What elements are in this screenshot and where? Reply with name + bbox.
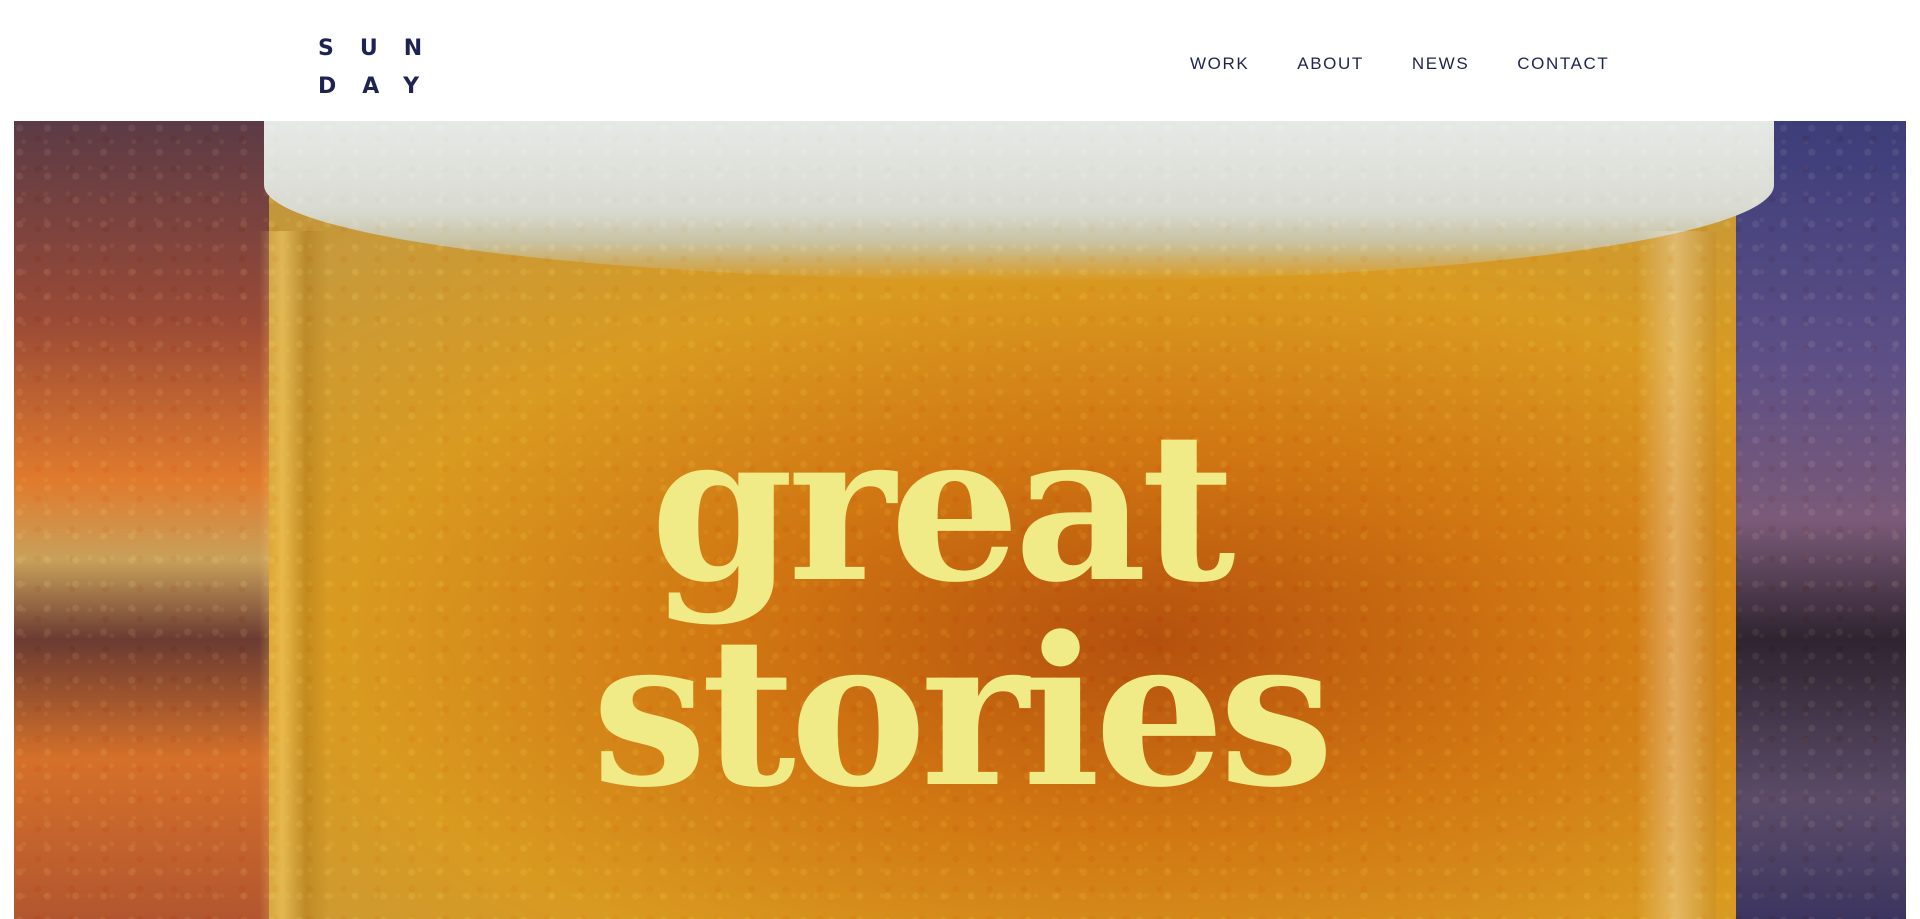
nav-item-work[interactable]: WORK (1190, 54, 1249, 74)
nav-item-news[interactable]: NEWS (1412, 54, 1469, 74)
site-logo[interactable]: SUN DAY (318, 30, 428, 106)
site-header: SUN DAY WORK ABOUT NEWS CONTACT (0, 0, 1920, 121)
hero-section: great stories (14, 121, 1906, 919)
logo-line-1: SUN (318, 36, 449, 61)
nav-item-about[interactable]: ABOUT (1297, 54, 1364, 74)
nav-item-contact[interactable]: CONTACT (1517, 54, 1609, 74)
main-nav: WORK ABOUT NEWS CONTACT (1190, 54, 1609, 74)
condensation-droplets (14, 121, 1906, 919)
logo-line-2: DAY (318, 74, 446, 99)
